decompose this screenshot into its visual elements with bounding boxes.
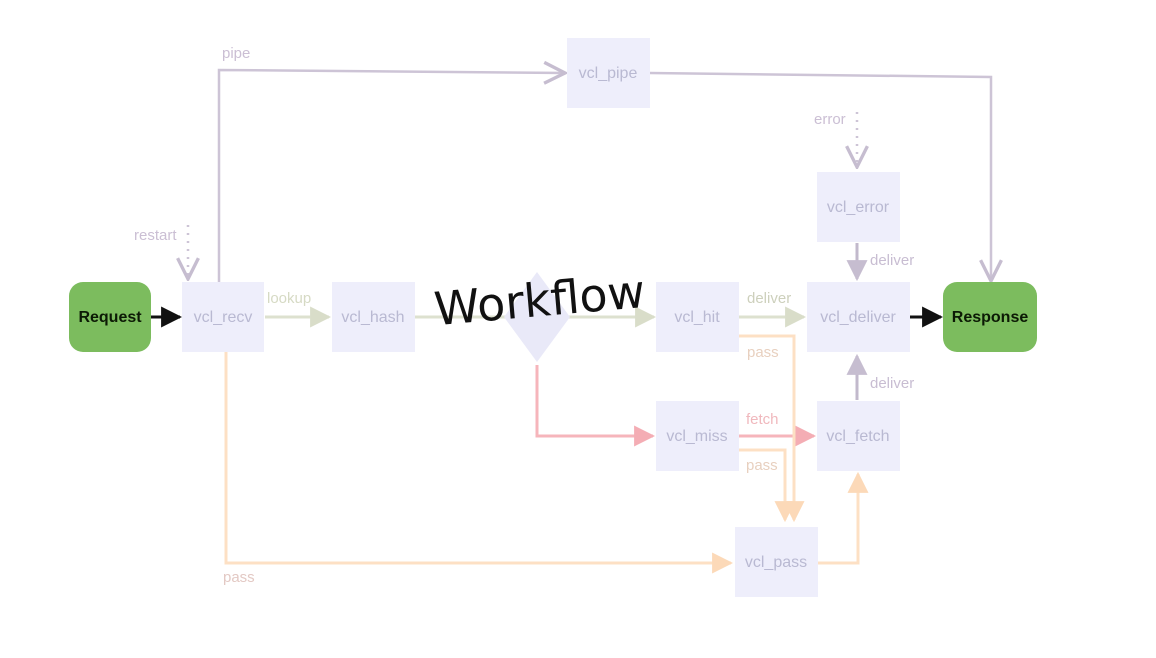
label-deliver-error: deliver xyxy=(870,252,914,269)
label-deliver-fetch: deliver xyxy=(870,375,914,392)
vcl-error-label: vcl_error xyxy=(827,199,890,216)
vcl-pass-label: vcl_pass xyxy=(745,554,807,571)
workflow-title: Workflow xyxy=(432,264,647,336)
vcl-hash-node: vcl_hash xyxy=(332,282,415,352)
vcl-deliver-label: vcl_deliver xyxy=(820,309,896,326)
label-pass-hit: pass xyxy=(747,344,779,361)
vcl-hit-node: vcl_hit xyxy=(656,282,739,352)
label-lookup: lookup xyxy=(267,290,311,307)
edge-pass-fetch xyxy=(818,471,869,565)
label-error: error xyxy=(814,111,846,128)
vcl-recv-label: vcl_recv xyxy=(194,309,253,326)
request-label: Request xyxy=(78,309,142,326)
vcl-error-node: vcl_error xyxy=(817,172,900,242)
label-restart: restart xyxy=(134,227,177,244)
vcl-recv-node: vcl_recv xyxy=(182,282,264,352)
vcl-miss-label: vcl_miss xyxy=(666,428,727,445)
label-pipe: pipe xyxy=(222,45,250,62)
edge-pipe xyxy=(217,70,565,282)
vcl-fetch-label: vcl_fetch xyxy=(826,428,889,445)
vcl-miss-node: vcl_miss xyxy=(656,401,739,471)
label-fetch: fetch xyxy=(746,411,779,428)
vcl-hash-label: vcl_hash xyxy=(341,309,404,326)
vcl-pipe-label: vcl_pipe xyxy=(579,65,638,82)
request-node: Request xyxy=(69,282,151,352)
vcl-deliver-node: vcl_deliver xyxy=(807,282,910,352)
vcl-fetch-node: vcl_fetch xyxy=(817,401,900,471)
vcl-hit-label: vcl_hit xyxy=(674,309,720,326)
vcl-pass-node: vcl_pass xyxy=(735,527,818,597)
label-pass-miss: pass xyxy=(746,457,778,474)
vcl-pipe-node: vcl_pipe xyxy=(567,38,650,108)
edge-recv-pass xyxy=(224,352,734,574)
response-node: Response xyxy=(943,282,1037,352)
label-pass-recv: pass xyxy=(223,569,255,586)
response-label: Response xyxy=(952,309,1029,326)
workflow-diagram: Request Response vcl_recv vcl_hash vcl_p… xyxy=(69,38,1037,597)
edge-decision-miss xyxy=(535,365,656,447)
label-deliver-hit: deliver xyxy=(747,290,791,307)
